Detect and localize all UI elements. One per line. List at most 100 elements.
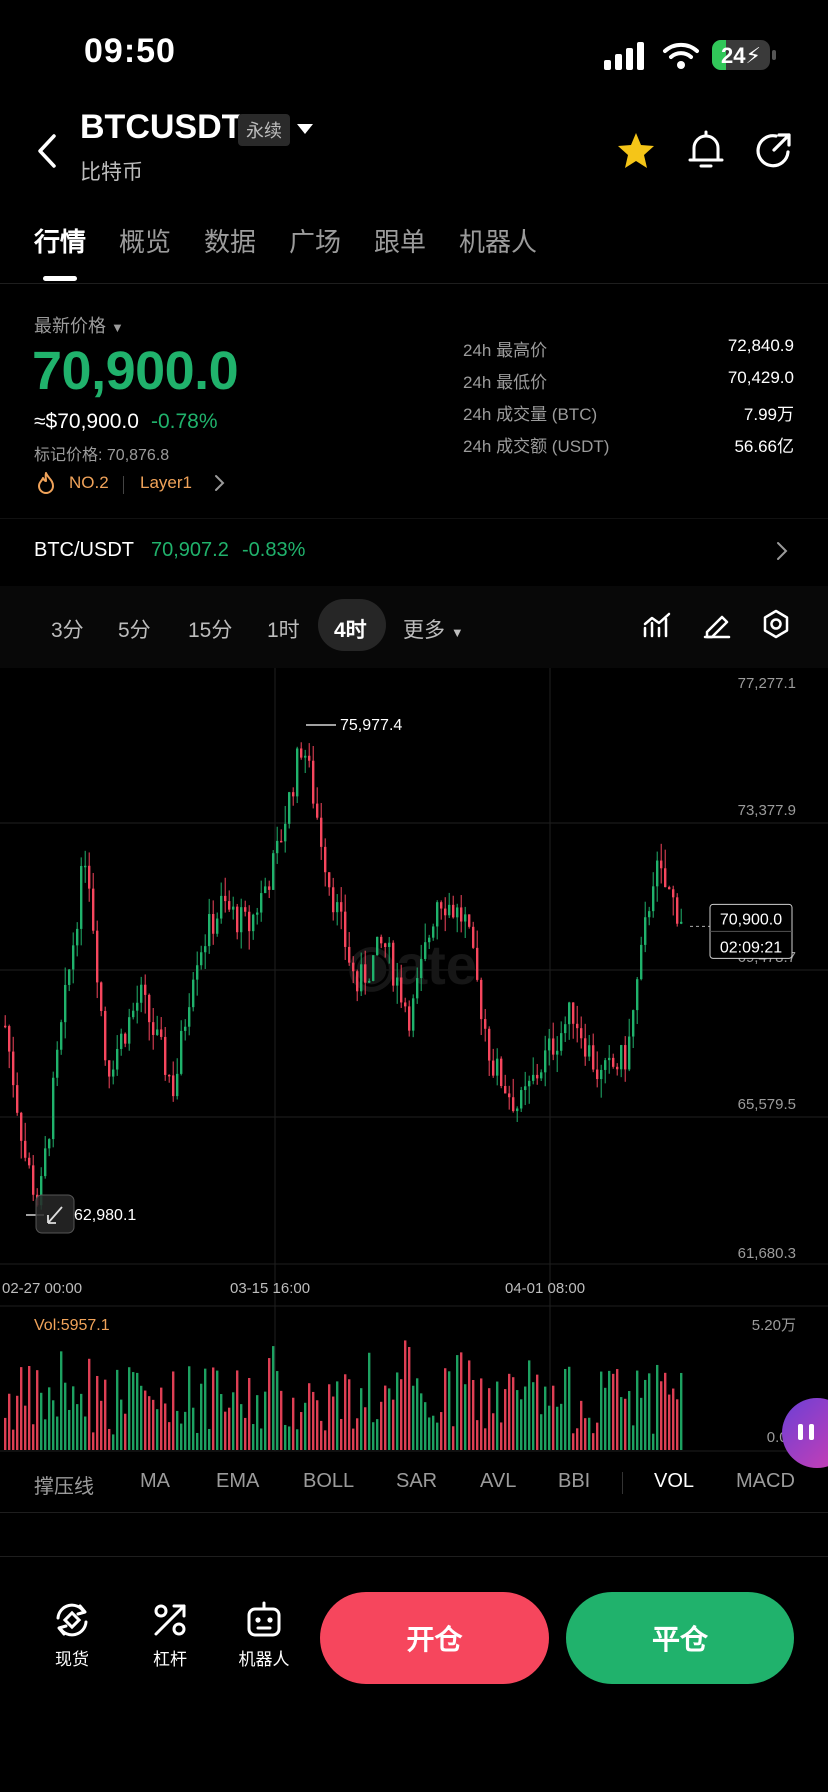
volume-bar	[628, 1391, 631, 1450]
tab-data[interactable]: 数据	[204, 222, 256, 259]
candle-body	[232, 906, 235, 910]
back-icon[interactable]	[34, 132, 60, 170]
rank-badge[interactable]: NO.2	[69, 473, 109, 493]
candle-body	[272, 853, 275, 890]
open-position-button[interactable]: 开仓	[320, 1592, 549, 1684]
tab-square[interactable]: 广场	[289, 222, 341, 259]
candle-body	[340, 902, 343, 912]
nav-robot-label[interactable]: 机器人	[219, 1645, 309, 1670]
candle-body	[608, 1057, 611, 1061]
candle-body	[276, 840, 279, 854]
cellular-signal-icon	[604, 42, 644, 70]
volume-bar	[236, 1370, 239, 1450]
interval-5m[interactable]: 5分	[118, 614, 151, 644]
volume-bar	[84, 1416, 87, 1450]
leverage-icon[interactable]	[150, 1600, 190, 1640]
indicator-icon[interactable]	[642, 610, 672, 640]
volume-bar	[168, 1422, 171, 1450]
battery-indicator: 24⚡	[712, 40, 770, 70]
volume-bar	[136, 1372, 139, 1450]
interval-15m[interactable]: 15分	[188, 614, 232, 644]
chart-settings-icon[interactable]	[760, 608, 792, 640]
candle-body	[244, 907, 247, 912]
candle-body	[612, 1057, 615, 1067]
volume-bar	[204, 1368, 207, 1450]
favorite-star-icon[interactable]	[616, 130, 656, 170]
battery-tip	[772, 50, 776, 60]
indicator-vol[interactable]: VOL	[654, 1470, 694, 1493]
indicator-avl[interactable]: AVL	[480, 1470, 516, 1493]
volume-bar	[80, 1393, 83, 1450]
volume-bar	[488, 1388, 491, 1450]
volume-bar	[24, 1405, 27, 1450]
indicator-boll[interactable]: BOLL	[303, 1470, 354, 1493]
volume-bar	[608, 1370, 611, 1450]
y-tick-label: 65,579.5	[738, 1096, 796, 1113]
volume-bar	[176, 1410, 179, 1450]
volume-bar	[360, 1388, 363, 1450]
share-icon[interactable]	[754, 130, 794, 170]
indicator-bbi[interactable]: BBI	[558, 1470, 590, 1493]
indicator-sar[interactable]: SAR	[396, 1470, 437, 1493]
candle-body	[44, 1148, 47, 1177]
symbol-title[interactable]: BTCUSDT	[80, 108, 242, 147]
volume-bar	[496, 1381, 499, 1450]
candle-body	[660, 860, 663, 869]
volume-bar	[332, 1396, 335, 1450]
interval-more[interactable]: 更多 ▼	[403, 614, 464, 644]
volume-bar	[384, 1385, 387, 1450]
sector-tag[interactable]: Layer1	[140, 473, 192, 493]
interval-3m[interactable]: 3分	[51, 614, 84, 644]
chevron-right-icon[interactable]	[776, 541, 788, 561]
candle-body	[496, 1058, 499, 1076]
volume-bar	[624, 1398, 627, 1450]
candle-body	[64, 984, 67, 1023]
stat-turnover-value: 56.66亿	[734, 437, 794, 456]
candle-body	[108, 1060, 111, 1077]
candle-body	[592, 1045, 595, 1070]
candlestick-chart[interactable]: 77,277.173,377.969,478.765,579.561,680.3…	[0, 668, 828, 1458]
candle-body	[152, 1022, 155, 1035]
candle-body	[616, 1066, 619, 1070]
interval-1h[interactable]: 1时	[267, 614, 300, 644]
price-alert-bell-icon[interactable]	[688, 130, 724, 170]
robot-icon[interactable]	[244, 1600, 284, 1640]
interval-4h[interactable]: 4时	[334, 614, 367, 644]
candle-body	[368, 980, 371, 983]
indicator-ma[interactable]: MA	[140, 1470, 170, 1493]
candle-body	[620, 1045, 623, 1070]
candle-body	[224, 895, 227, 902]
candle-body	[160, 1029, 163, 1037]
volume-bar	[584, 1418, 587, 1450]
symbol-dropdown-icon[interactable]	[296, 122, 314, 136]
floating-assistant-bubble[interactable]	[782, 1398, 828, 1468]
last-price-label[interactable]: 最新价格 ▼	[34, 312, 124, 338]
candle-body	[600, 1069, 603, 1080]
high-price-marker: 75,977.4	[340, 717, 402, 734]
candle-body	[32, 1165, 35, 1195]
indicator-macd[interactable]: MACD	[736, 1470, 795, 1493]
tab-bots[interactable]: 机器人	[459, 222, 537, 259]
draw-pencil-icon[interactable]	[702, 610, 732, 640]
divider	[0, 1512, 828, 1513]
close-position-button[interactable]: 平仓	[566, 1592, 794, 1684]
volume-bar	[284, 1424, 287, 1450]
volume-bar	[648, 1373, 651, 1450]
volume-bar	[572, 1433, 575, 1450]
volume-bar	[180, 1423, 183, 1450]
tab-overview[interactable]: 概览	[119, 222, 171, 259]
candle-body	[656, 860, 659, 887]
candle-body	[452, 904, 455, 918]
indicator-ema[interactable]: EMA	[216, 1470, 259, 1493]
nav-leverage-label[interactable]: 杠杆	[125, 1645, 215, 1670]
tab-copy-trading[interactable]: 跟单	[374, 222, 426, 259]
tab-market[interactable]: 行情	[34, 222, 86, 259]
chevron-right-icon[interactable]	[214, 474, 226, 492]
status-time: 09:50	[84, 32, 176, 70]
nav-spot-label[interactable]: 现货	[27, 1645, 117, 1670]
spot-icon[interactable]	[52, 1600, 92, 1640]
candle-countdown: 02:09:21	[720, 939, 782, 956]
spot-pair-name[interactable]: BTC/USDT	[34, 539, 134, 562]
volume-bar	[520, 1399, 523, 1450]
indicator-support-resistance[interactable]: 撑压线	[34, 1470, 94, 1499]
